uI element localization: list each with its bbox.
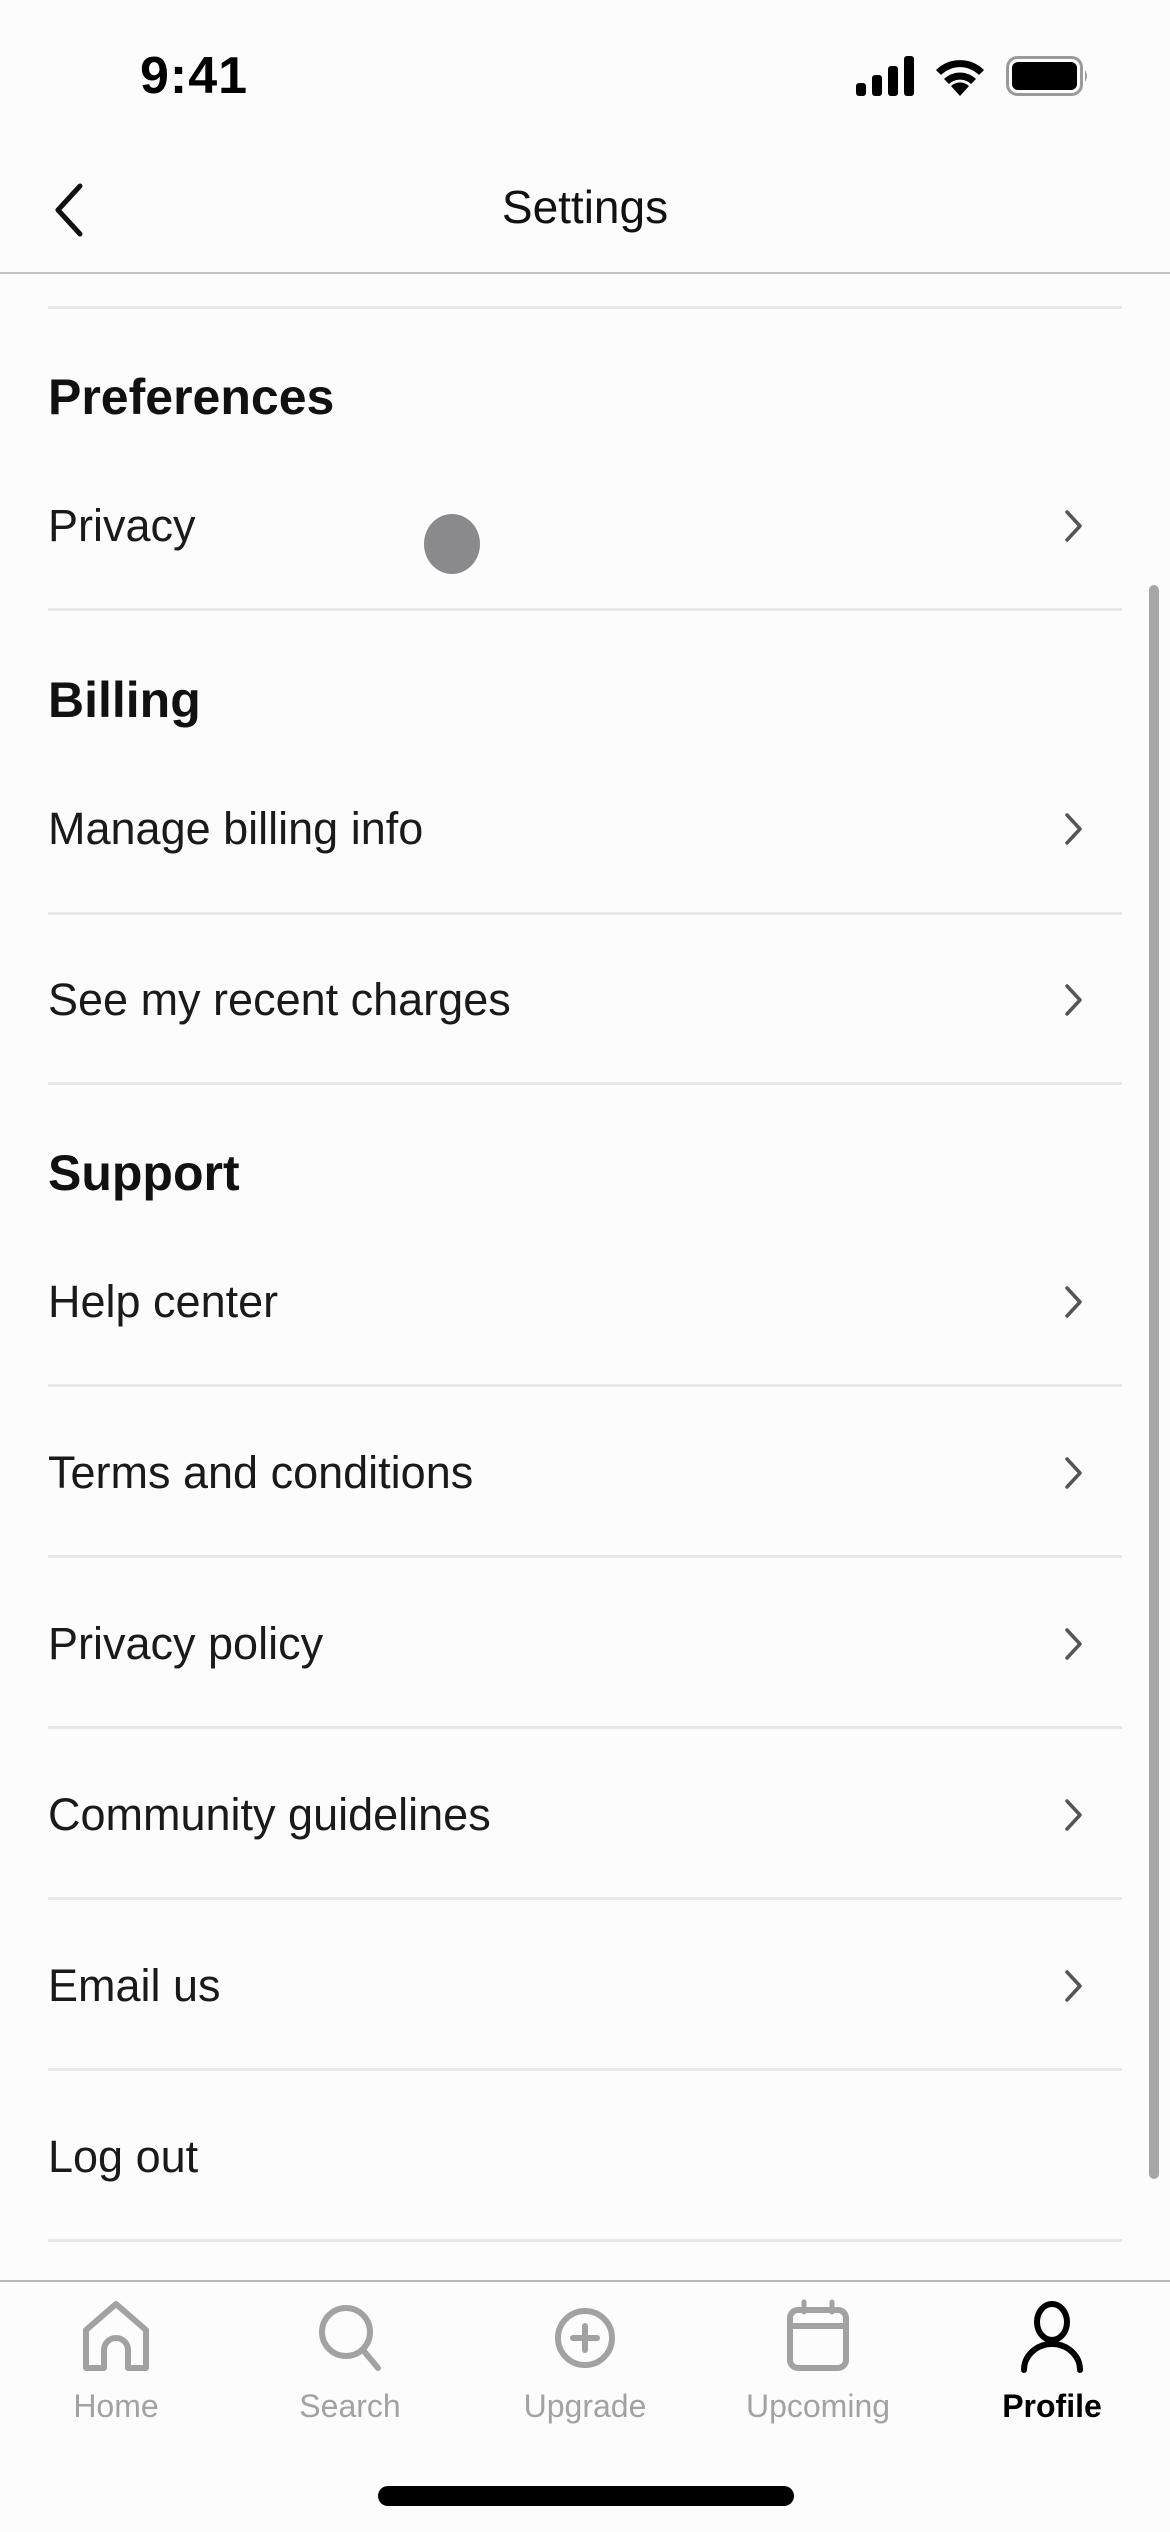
- chevron-right-icon: [1065, 1286, 1082, 1318]
- chevron-right-icon: [1065, 1628, 1082, 1660]
- status-icons: [856, 56, 1090, 96]
- chevron-right-icon: [1065, 813, 1082, 845]
- chevron-right-icon: [1065, 1799, 1082, 1831]
- row-label: Privacy: [48, 500, 196, 551]
- settings-item-terms[interactable]: Terms and conditions: [0, 1398, 1170, 1548]
- settings-list[interactable]: Preferences Privacy Billing Manage billi…: [0, 276, 1170, 2281]
- status-time: 9:41: [140, 47, 249, 105]
- tab-search[interactable]: Search: [250, 2296, 450, 2436]
- divider: [48, 2239, 1122, 2242]
- divider: [48, 1726, 1122, 1729]
- calendar-icon: [787, 2299, 849, 2371]
- divider: [48, 912, 1122, 915]
- tab-label: Search: [299, 2388, 401, 2424]
- chevron-right-icon: [1065, 1970, 1082, 2002]
- tab-home[interactable]: Home: [16, 2296, 216, 2436]
- tab-label: Profile: [1002, 2388, 1102, 2424]
- divider: [48, 1555, 1122, 1558]
- row-label: Manage billing info: [48, 803, 424, 854]
- row-label: Log out: [48, 2131, 199, 2182]
- settings-item-help-center[interactable]: Help center: [0, 1227, 1170, 1377]
- section-title-preferences: Preferences: [48, 369, 335, 425]
- nav-header: Settings: [0, 150, 1170, 274]
- divider: [48, 306, 1122, 309]
- divider: [48, 608, 1122, 611]
- settings-item-email-us[interactable]: Email us: [0, 1911, 1170, 2061]
- chevron-right-icon: [1065, 984, 1082, 1016]
- settings-item-community-guidelines[interactable]: Community guidelines: [0, 1740, 1170, 1890]
- cellular-signal-icon: [856, 56, 914, 96]
- section-title-billing: Billing: [48, 672, 201, 728]
- section-title-support: Support: [48, 1145, 240, 1201]
- settings-item-recent-charges[interactable]: See my recent charges: [0, 925, 1170, 1075]
- home-icon: [83, 2301, 149, 2371]
- tab-upgrade[interactable]: Upgrade: [485, 2296, 685, 2436]
- log-out-button[interactable]: Log out: [0, 2082, 1170, 2232]
- divider: [48, 1082, 1122, 1085]
- touch-indicator: [424, 514, 480, 574]
- chevron-right-icon: [1065, 510, 1082, 542]
- search-icon: [319, 2305, 381, 2371]
- chevron-right-icon: [1065, 1457, 1082, 1489]
- home-indicator[interactable]: [378, 2486, 794, 2506]
- settings-item-manage-billing-info[interactable]: Manage billing info: [0, 754, 1170, 904]
- settings-item-privacy-policy[interactable]: Privacy policy: [0, 1569, 1170, 1719]
- tab-label: Upcoming: [745, 2388, 891, 2424]
- row-label: Privacy policy: [48, 1618, 324, 1669]
- page-title: Settings: [501, 181, 669, 233]
- wifi-icon: [936, 60, 984, 96]
- row-label: Community guidelines: [48, 1789, 491, 1840]
- scrollbar[interactable]: [1149, 585, 1159, 2179]
- plus-circle-icon: [555, 2308, 615, 2368]
- row-label: Email us: [48, 1960, 221, 2011]
- row-label: Help center: [48, 1276, 279, 1327]
- row-label: See my recent charges: [48, 974, 511, 1025]
- person-icon: [1021, 2301, 1083, 2373]
- battery-icon: [1006, 56, 1087, 96]
- tab-label: Home: [73, 2388, 159, 2424]
- tab-label: Upgrade: [523, 2388, 647, 2424]
- status-bar: 9:41: [0, 0, 1170, 150]
- divider: [48, 2068, 1122, 2071]
- divider: [48, 1897, 1122, 1900]
- tab-upcoming[interactable]: Upcoming: [718, 2296, 918, 2436]
- settings-item-privacy[interactable]: Privacy: [0, 451, 1170, 601]
- row-label: Terms and conditions: [48, 1447, 474, 1498]
- divider: [48, 1384, 1122, 1387]
- tab-profile[interactable]: Profile: [952, 2296, 1152, 2436]
